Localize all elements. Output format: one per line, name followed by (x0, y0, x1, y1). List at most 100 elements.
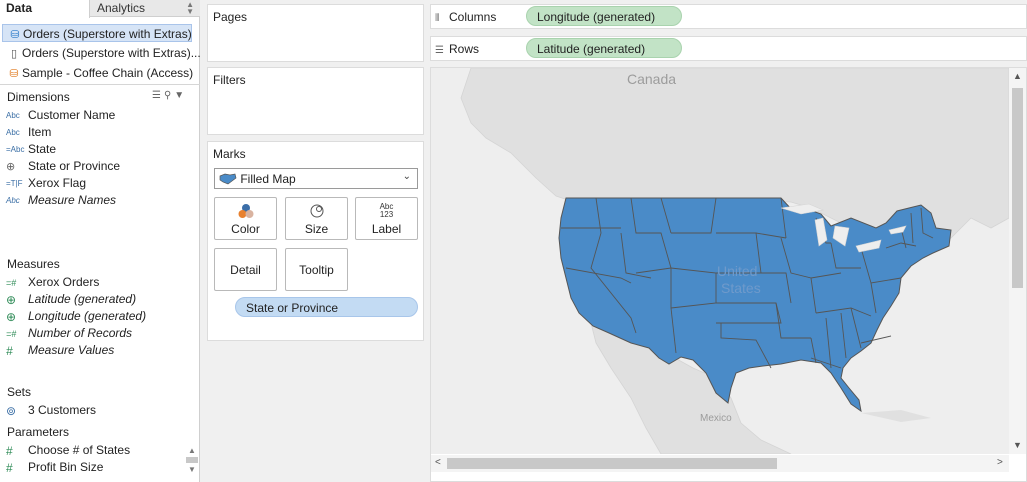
detail-pill-state-or-province[interactable]: State or Province (235, 297, 418, 317)
tab-data[interactable]: Data (0, 0, 90, 18)
chevron-down-icon: ⌄ (402, 171, 411, 182)
view-list-icon[interactable]: ☰ (152, 90, 164, 101)
map-vertical-scrollbar[interactable]: ▲ ▼ (1009, 68, 1026, 454)
size-icon (310, 204, 323, 218)
detail-button[interactable]: Detail (214, 248, 277, 291)
scrollbar-thumb[interactable] (447, 458, 777, 469)
data-pane: Data Analytics ▲ ▼ ⛁ Orders (Superstore wi… (0, 0, 200, 482)
map-canvas[interactable]: Canada United States Mexico (431, 68, 1009, 454)
filters-title: Filters (213, 73, 246, 87)
datasource-label: Sample - Coffee Chain (Access) (22, 66, 194, 80)
boolean-type-icon: =T|F (6, 179, 23, 189)
size-button[interactable]: Size (285, 197, 348, 240)
chevron-down-icon[interactable]: ▼ (188, 465, 196, 474)
field-label: Longitude (generated) (28, 309, 147, 323)
datasource-orders-extras-2[interactable]: ▯ Orders (Superstore with Extras)... (0, 44, 200, 62)
chevron-down-icon[interactable]: ▼ (174, 90, 187, 101)
search-icon[interactable]: ⚲ (164, 90, 174, 101)
label-icon: Abc 123 (356, 203, 417, 219)
field-label: Latitude (generated) (28, 292, 137, 306)
rows-icon: ☰ (435, 45, 444, 56)
field-label: Measure Values (28, 343, 115, 357)
field-profit-bin-size[interactable]: # Profit Bin Size (6, 460, 196, 477)
dimensions-heading: Dimensions (7, 90, 70, 104)
size-label: Size (304, 222, 329, 236)
field-state-or-province[interactable]: ⊕ State or Province (6, 159, 196, 176)
map-view[interactable]: Canada United States Mexico (431, 68, 1009, 454)
set-icon: ⊚ (6, 403, 17, 418)
number-type-icon: # (6, 443, 13, 458)
pill-label: Latitude (generated) (537, 42, 646, 56)
scrollbar-thumb[interactable] (1012, 88, 1023, 288)
sets-heading: Sets (7, 385, 32, 399)
calc-number-type-icon: =# (6, 277, 17, 288)
tab-analytics[interactable]: Analytics (91, 0, 200, 17)
field-label: Choose # of States (28, 443, 131, 457)
marks-title: Marks (213, 147, 246, 161)
datasource-label: Orders (Superstore with Extras) (23, 27, 192, 41)
field-number-of-records[interactable]: =# Number of Records (6, 326, 196, 343)
parameters-heading: Parameters (7, 425, 70, 439)
mark-type-select[interactable]: Filled Map ⌄ (214, 168, 418, 189)
tooltip-button[interactable]: Tooltip (285, 248, 348, 291)
datasource-connected-icon: ⛁ (10, 29, 20, 42)
tab-analytics-label: Analytics (97, 1, 146, 15)
datasource-extract-icon: ⛁ (9, 68, 19, 81)
chevron-up-icon[interactable]: ▲ (188, 446, 196, 455)
label-button[interactable]: Abc 123 Label (355, 197, 418, 240)
rows-shelf-label: ☰ Rows (435, 42, 479, 56)
chevron-right-icon[interactable]: > (997, 457, 1003, 468)
field-longitude-generated[interactable]: ⊕ Longitude (generated) (6, 309, 196, 326)
field-label: 3 Customers (28, 403, 97, 417)
chevron-up-icon[interactable]: ▲ (1013, 71, 1022, 81)
rows-shelf[interactable]: ☰ Rows (430, 36, 1027, 61)
datasource-coffee-chain[interactable]: ⛁ Sample - Coffee Chain (Access) (0, 64, 200, 82)
data-pane-scrollbar[interactable]: ▲ ▼ (186, 446, 198, 482)
pill-label: Longitude (generated) (537, 10, 656, 24)
calc-number-type-icon: =# (6, 328, 17, 339)
field-label: Xerox Orders (28, 275, 100, 289)
mark-type-label: Filled Map (240, 172, 296, 186)
field-customer-name[interactable]: Abc Customer Name (6, 108, 196, 125)
datasource-orders-extras[interactable]: ⛁ Orders (Superstore with Extras) (2, 24, 192, 42)
field-choose-states[interactable]: # Choose # of States (6, 443, 196, 460)
field-label: Customer Name (28, 108, 116, 122)
field-item[interactable]: Abc Item (6, 125, 196, 142)
calc-string-type-icon: =Abc (6, 145, 25, 155)
dimensions-tools: ☰⚲▼ (152, 90, 187, 101)
field-measure-values[interactable]: # Measure Values (6, 343, 196, 360)
rows-pill-latitude[interactable]: Latitude (generated) (526, 38, 682, 58)
field-label: Item (28, 125, 52, 139)
field-state[interactable]: =Abc State (6, 142, 196, 159)
map-label-mexico: Mexico (700, 413, 732, 424)
string-type-icon: Abc (6, 128, 20, 138)
columns-shelf[interactable]: ⦀ Columns (430, 4, 1027, 29)
rows-label: Rows (449, 42, 480, 56)
tooltip-label: Tooltip (299, 263, 334, 277)
map-horizontal-scrollbar[interactable]: < > (431, 455, 1009, 472)
color-label: Color (231, 222, 260, 236)
globe-icon: ⊕ (6, 309, 17, 324)
tab-scroll-icon[interactable]: ▲ ▼ (186, 1, 194, 16)
filled-map-icon (219, 173, 237, 185)
pill-label: State or Province (246, 301, 339, 315)
chevron-down-icon[interactable]: ▼ (1013, 440, 1022, 450)
field-xerox-orders[interactable]: =# Xerox Orders (6, 275, 196, 292)
label-icon-bottom: 123 (379, 210, 394, 219)
chevron-left-icon[interactable]: < (435, 457, 441, 468)
columns-pill-longitude[interactable]: Longitude (generated) (526, 6, 682, 26)
divider (0, 84, 200, 85)
field-latitude-generated[interactable]: ⊕ Latitude (generated) (6, 292, 196, 309)
detail-label: Detail (230, 263, 261, 277)
field-measure-names[interactable]: Abc Measure Names (6, 193, 196, 210)
datasource-label: Orders (Superstore with Extras)... (22, 46, 200, 60)
filters-card[interactable]: Filters (207, 67, 424, 135)
string-type-icon: Abc (6, 196, 20, 206)
pane-tabs: Data Analytics ▲ ▼ (0, 0, 200, 18)
pages-card[interactable]: Pages (207, 4, 424, 62)
scrollbar-thumb[interactable] (186, 457, 198, 463)
map-label-canada: Canada (627, 71, 676, 87)
color-button[interactable]: Color (214, 197, 277, 240)
field-3-customers[interactable]: ⊚ 3 Customers (6, 403, 196, 420)
field-xerox-flag[interactable]: =T|F Xerox Flag (6, 176, 196, 193)
